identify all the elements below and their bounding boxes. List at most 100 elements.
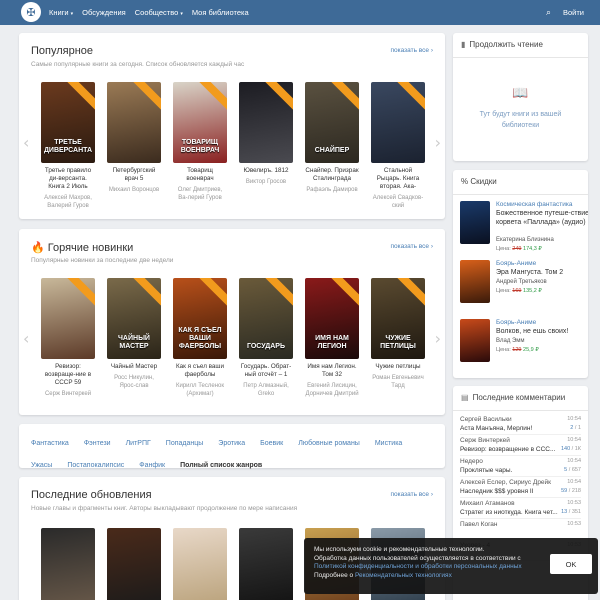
- book-cover[interactable]: [107, 528, 161, 600]
- book-author[interactable]: Олег Дмитриев, Ва-лерий Гуров: [173, 186, 227, 202]
- book-card[interactable]: ИМЯ НАМ ЛЕГИОН Имя нам Легион. Том 32 Евге…: [305, 278, 359, 398]
- book-cover[interactable]: [460, 201, 490, 244]
- genre-link[interactable]: Попаданцы: [166, 440, 204, 447]
- book-author[interactable]: Андрей Третьяков: [496, 279, 547, 285]
- book-author[interactable]: Серж Винтеркей: [41, 390, 95, 398]
- carousel-next-icon[interactable]: ›: [435, 133, 441, 152]
- comment-row[interactable]: Алексей Еслер, Сириус Дрейк 10:54 Наследни…: [460, 478, 581, 498]
- nav-item-community[interactable]: Сообщество ▾: [135, 8, 183, 17]
- genre-link[interactable]: Фантастика: [31, 440, 69, 447]
- book-cover[interactable]: [41, 528, 95, 600]
- genre-link[interactable]: Ужасы: [31, 462, 52, 469]
- genre-link[interactable]: Боярь-Аниме: [496, 260, 536, 267]
- book-author[interactable]: Кирилл Тесленок (Архимаг): [173, 382, 227, 398]
- book-title[interactable]: Государь. Обрат-ный отсчёт – 1: [239, 363, 293, 379]
- book-card[interactable]: ЧУЖИЕ ПЕТЛИЦЫ Чужие петлицы Роман Евгеньев…: [371, 278, 425, 398]
- login-link[interactable]: Войти: [563, 8, 584, 17]
- book-card[interactable]: Петербургский врач 5 Михаил Воронцов: [107, 82, 161, 210]
- nav-item-books[interactable]: Книги ▾: [49, 8, 73, 17]
- full-genre-list-link[interactable]: Полный список жанров: [180, 462, 262, 469]
- book-card[interactable]: Ревизор: возвраще-ние в СССР 59 Серж Винт…: [41, 278, 95, 398]
- book-card[interactable]: ТРЕТЬЕ ДИВЕРСАНТА Третье правило ди-верса…: [41, 82, 95, 210]
- book-cover[interactable]: [173, 528, 227, 600]
- genre-link[interactable]: Боярь-Аниме: [496, 319, 536, 326]
- book-author[interactable]: Рафаэль Дамиров: [305, 186, 359, 194]
- book-cover[interactable]: [371, 82, 425, 163]
- book-title[interactable]: Товарищ военврач: [173, 167, 227, 183]
- show-all-link[interactable]: показать все ›: [390, 491, 433, 498]
- comment-book[interactable]: Ревизор: возвращение в ССС...: [460, 446, 560, 453]
- book-card[interactable]: Стальной Рыцарь. Книга вторая. Ака-демия…: [371, 82, 425, 210]
- book-title[interactable]: Ювелиръ. 1812: [239, 167, 293, 175]
- carousel-next-icon[interactable]: ›: [435, 329, 441, 348]
- comment-book[interactable]: Наследник $$$ уровня II: [460, 488, 560, 495]
- show-all-link[interactable]: показать все ›: [390, 47, 433, 54]
- book-title[interactable]: Снайпер. Призрак Сталинграда: [305, 167, 359, 183]
- book-author[interactable]: Роман Евгеньевич Тард: [371, 374, 425, 390]
- book-author[interactable]: Алексей Свадков-ский: [371, 194, 425, 210]
- discount-item[interactable]: Боярь-Аниме Эра Мангуста. Том 2 Андрей Тре…: [460, 260, 588, 310]
- book-cover[interactable]: СНАЙПЕР: [305, 82, 359, 163]
- comment-row[interactable]: Недеро 10:54 Проклятые чары. 5 / 657: [460, 457, 581, 477]
- book-card[interactable]: Ювелиръ. 1812 Виктор Гросов: [239, 82, 293, 210]
- book-card[interactable]: [239, 528, 293, 600]
- comment-user[interactable]: Серж Винтеркей: [460, 437, 510, 444]
- search-icon[interactable]: ⌕: [546, 8, 551, 18]
- book-cover[interactable]: [239, 82, 293, 163]
- genre-link[interactable]: Эротика: [218, 440, 245, 447]
- comment-user[interactable]: Павел Коган: [460, 521, 498, 528]
- recommendation-tech-link[interactable]: Рекомендательных технологиях: [355, 572, 452, 579]
- book-title[interactable]: Божественное путеше-ствие корвета «Палла…: [496, 210, 588, 227]
- book-author[interactable]: Екатерина Близнина: [496, 237, 554, 243]
- book-card[interactable]: СНАЙПЕР Снайпер. Призрак Сталинграда Рафаэ…: [305, 82, 359, 210]
- book-title[interactable]: Петербургский врач 5: [107, 167, 161, 183]
- comment-user[interactable]: Михаил Атаманов: [460, 500, 515, 507]
- book-cover[interactable]: ИМЯ НАМ ЛЕГИОН: [305, 278, 359, 359]
- nav-item-discussions[interactable]: Обсуждения: [82, 8, 126, 17]
- book-title[interactable]: Стальной Рыцарь. Книга вторая. Ака-демия…: [371, 167, 425, 191]
- book-cover[interactable]: ЧАЙНЫЙ МАСТЕР: [107, 278, 161, 359]
- comment-book[interactable]: Проклятые чары.: [460, 467, 560, 474]
- book-author[interactable]: Михаил Воронцов: [107, 186, 161, 194]
- comment-user[interactable]: Алексей Еслер, Сириус Дрейк: [460, 479, 551, 486]
- book-title[interactable]: Эра Мангуста. Том 2: [496, 269, 588, 278]
- book-card[interactable]: ТОВАРИЩ ВОЕНВРАЧ Товарищ военврач Олег Дми…: [173, 82, 227, 210]
- book-cover[interactable]: [460, 260, 490, 303]
- carousel-prev-icon[interactable]: ‹: [23, 329, 29, 348]
- book-card[interactable]: ГОСУДАРЬ Государь. Обрат-ный отсчёт – 1 Пе…: [239, 278, 293, 398]
- book-author[interactable]: Виктор Гросов: [239, 178, 293, 186]
- book-author[interactable]: Алексей Махров, Валерий Гуров: [41, 194, 95, 210]
- privacy-policy-link[interactable]: Политикой конфиденциальности и обработки…: [314, 563, 522, 570]
- genre-link[interactable]: Боевик: [260, 440, 283, 447]
- genre-link[interactable]: Фанфик: [139, 462, 165, 469]
- comment-user[interactable]: Недеро: [460, 458, 483, 465]
- genre-link[interactable]: Фэнтези: [84, 440, 111, 447]
- comment-book[interactable]: Стратег из ниоткуда. Книга чет...: [460, 509, 560, 516]
- book-author[interactable]: Влад Эмм: [496, 338, 525, 344]
- book-cover[interactable]: ТОВАРИЩ ВОЕНВРАЧ: [173, 82, 227, 163]
- genre-link[interactable]: Постапокалипсис: [67, 462, 124, 469]
- book-cover[interactable]: ГОСУДАРЬ: [239, 278, 293, 359]
- comment-row[interactable]: Павел Коган 10:53: [460, 520, 581, 540]
- book-author[interactable]: Евгений Лисицин, Дорничев Дмитрий: [305, 382, 359, 398]
- book-title[interactable]: Волков, не ешь своих!: [496, 328, 588, 337]
- comment-row[interactable]: Сергей Васильки 10:54 Аста Манъяна, Мерлин…: [460, 415, 581, 435]
- book-card[interactable]: [107, 528, 161, 600]
- carousel-prev-icon[interactable]: ‹: [23, 133, 29, 152]
- show-all-link[interactable]: показать все ›: [390, 243, 433, 250]
- book-card[interactable]: [173, 528, 227, 600]
- book-card[interactable]: ЧАЙНЫЙ МАСТЕР Чайный Мастер Росс Никулин, …: [107, 278, 161, 398]
- book-title[interactable]: Третье правило ди-версанта. Книга 2 Июль…: [41, 167, 95, 191]
- comment-book[interactable]: Аста Манъяна, Мерлин!: [460, 425, 560, 432]
- nav-item-my-library[interactable]: Моя библиотека: [192, 8, 249, 17]
- book-cover[interactable]: ЧУЖИЕ ПЕТЛИЦЫ: [371, 278, 425, 359]
- book-author[interactable]: Петр Алмазный, Greko: [239, 382, 293, 398]
- book-cover[interactable]: [107, 82, 161, 163]
- discount-item[interactable]: Боярь-Аниме Волков, не ешь своих! Влад Эмм…: [460, 319, 588, 369]
- cookie-ok-button[interactable]: OK: [550, 554, 592, 574]
- book-author[interactable]: Росс Никулин, Ярос-слав Мечников: [107, 374, 161, 390]
- book-card[interactable]: [41, 528, 95, 600]
- book-title[interactable]: Как я съел ваши фаерболы: [173, 363, 227, 379]
- book-cover[interactable]: ТРЕТЬЕ ДИВЕРСАНТА: [41, 82, 95, 163]
- book-title[interactable]: Имя нам Легион. Том 32: [305, 363, 359, 379]
